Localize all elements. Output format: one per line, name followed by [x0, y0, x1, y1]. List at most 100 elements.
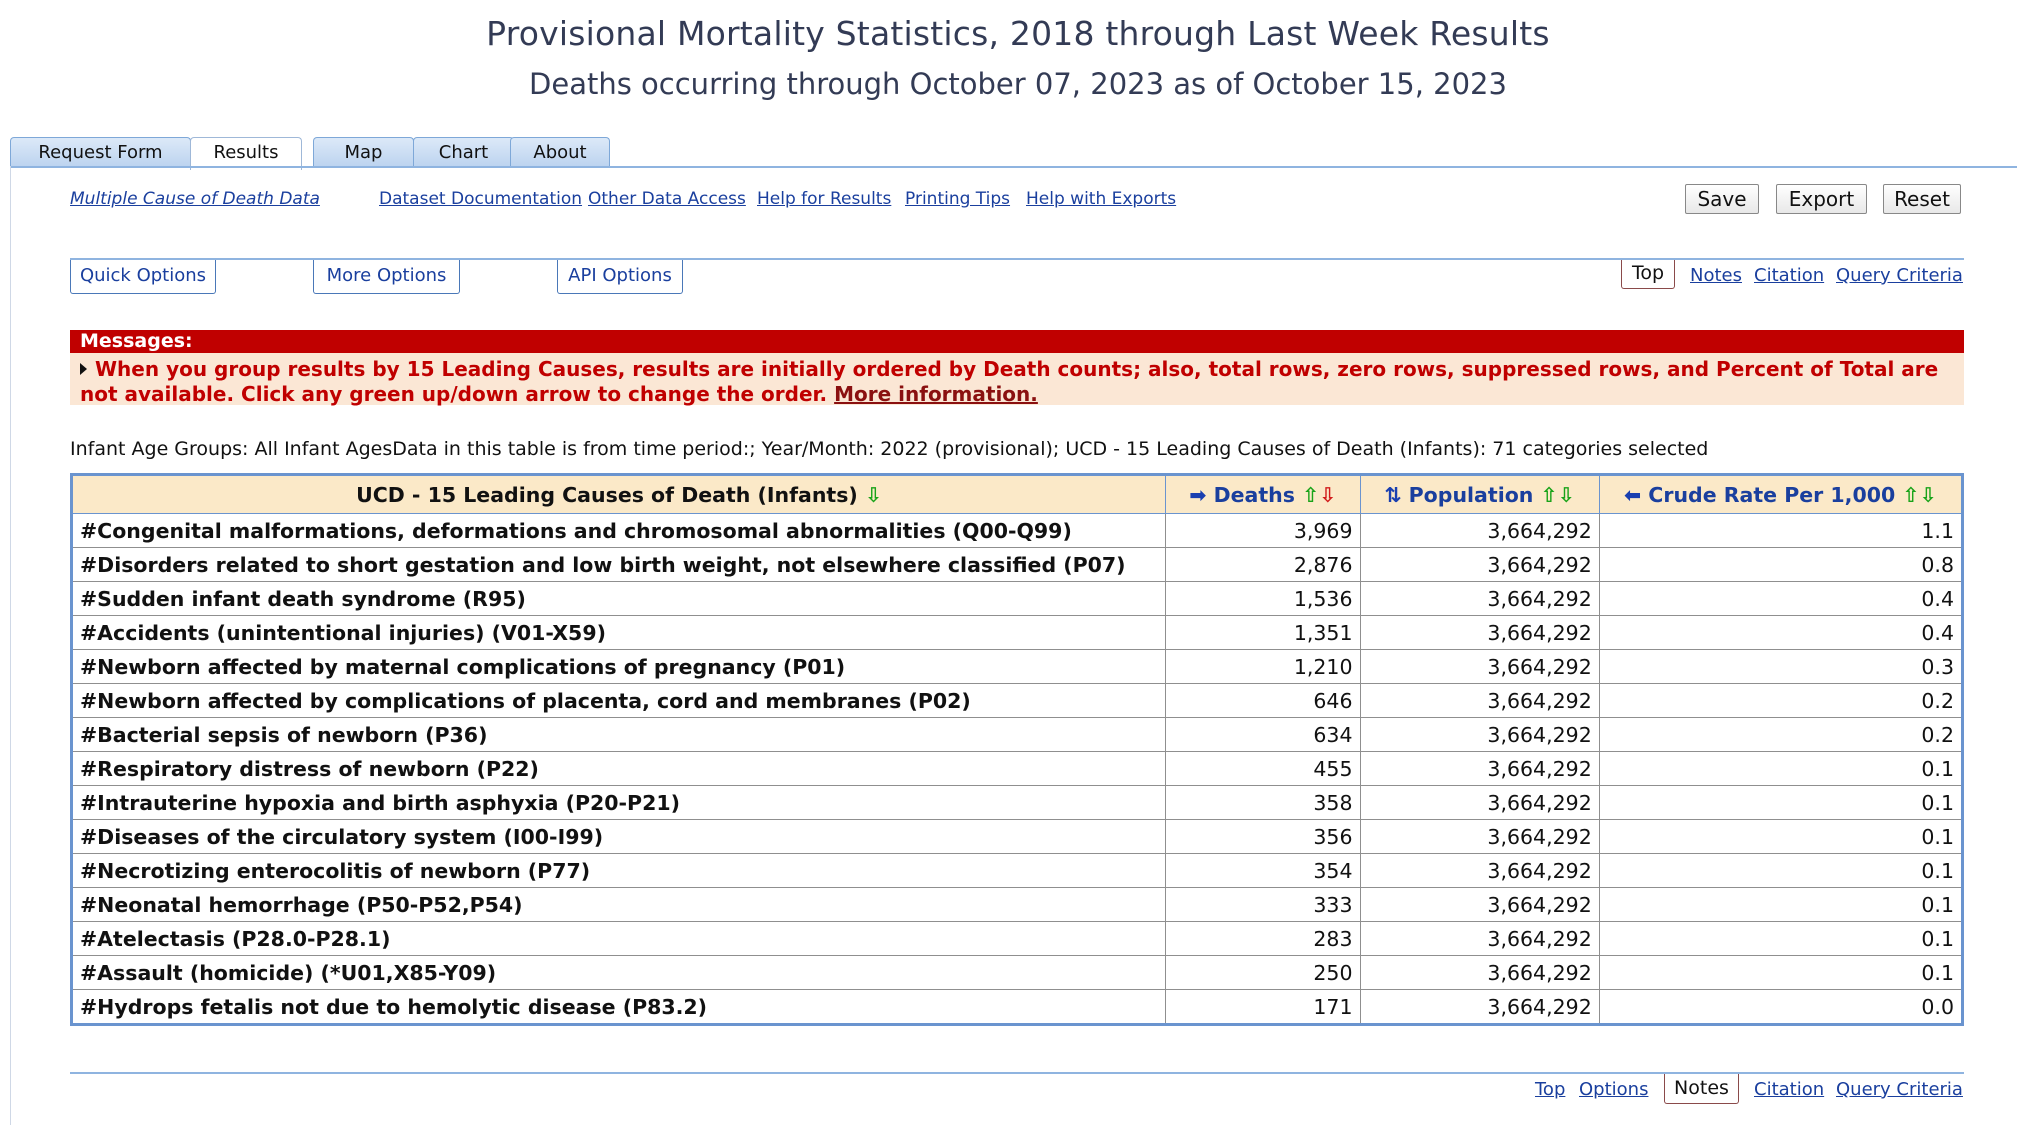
- table-row: #Necrotizing enterocolitis of newborn (P…: [70, 853, 1964, 888]
- move-right-arrow-icon[interactable]: ➡: [1189, 483, 1206, 507]
- table-row: #Newborn affected by maternal complicati…: [70, 649, 1964, 684]
- dataset-documentation-link[interactable]: Dataset Documentation: [379, 189, 582, 209]
- column-header-population[interactable]: ⇅ Population ⇧⇩: [1359, 474, 1600, 514]
- cause-cell: #Hydrops fetalis not due to hemolytic di…: [70, 989, 1167, 1025]
- crude-rate-cell: 0.1: [1598, 819, 1964, 854]
- bottom-notes-current[interactable]: Notes: [1664, 1074, 1739, 1104]
- cause-cell: #Newborn affected by maternal complicati…: [70, 649, 1167, 684]
- column-header-deaths[interactable]: ➡ Deaths ⇧⇩: [1165, 474, 1361, 514]
- deaths-cell: 356: [1165, 819, 1361, 854]
- expand-triangle-icon[interactable]: [80, 363, 87, 375]
- column-header-crude-rate[interactable]: ⬅ Crude Rate Per 1,000 ⇧⇩: [1598, 474, 1964, 514]
- crude-rate-cell: 0.1: [1598, 921, 1964, 956]
- deaths-cell: 634: [1165, 717, 1361, 752]
- table-row: #Hydrops fetalis not due to hemolytic di…: [70, 989, 1964, 1025]
- crude-rate-cell: 0.1: [1598, 853, 1964, 888]
- deaths-cell: 171: [1165, 989, 1361, 1025]
- bottom-top-link[interactable]: Top: [1535, 1079, 1565, 1100]
- reset-button[interactable]: Reset: [1883, 184, 1961, 214]
- crude-rate-cell: 0.3: [1598, 649, 1964, 684]
- table-row: #Diseases of the circulatory system (I00…: [70, 819, 1964, 854]
- crude-rate-cell: 0.4: [1598, 615, 1964, 650]
- population-cell: 3,664,292: [1359, 649, 1600, 684]
- table-row: #Accidents (unintentional injuries) (V01…: [70, 615, 1964, 650]
- cause-cell: #Neonatal hemorrhage (P50-P52,P54): [70, 887, 1167, 922]
- bottom-options-link[interactable]: Options: [1579, 1079, 1648, 1100]
- population-cell: 3,664,292: [1359, 547, 1600, 582]
- deaths-cell: 250: [1165, 955, 1361, 990]
- population-cell: 3,664,292: [1359, 989, 1600, 1025]
- save-button[interactable]: Save: [1685, 184, 1759, 214]
- tab-chart[interactable]: Chart: [413, 137, 514, 167]
- swap-arrows-icon[interactable]: ⇅: [1384, 483, 1401, 507]
- results-table: UCD - 15 Leading Causes of Death (Infant…: [70, 473, 1964, 1026]
- quick-options-tab[interactable]: Quick Options: [70, 260, 216, 294]
- left-border: [10, 166, 11, 1125]
- bottom-citation-link[interactable]: Citation: [1754, 1079, 1824, 1100]
- cause-cell: #Necrotizing enterocolitis of newborn (P…: [70, 853, 1167, 888]
- cause-cell: #Disorders related to short gestation an…: [70, 547, 1167, 582]
- notes-link[interactable]: Notes: [1690, 265, 1742, 286]
- deaths-cell: 1,351: [1165, 615, 1361, 650]
- population-cell: 3,664,292: [1359, 683, 1600, 718]
- sort-down-arrow-icon[interactable]: ⇩: [1558, 483, 1575, 507]
- sort-up-arrow-icon[interactable]: ⇧: [1541, 483, 1558, 507]
- deaths-cell: 1,210: [1165, 649, 1361, 684]
- deaths-cell: 333: [1165, 887, 1361, 922]
- sort-up-arrow-icon[interactable]: ⇧: [1902, 483, 1919, 507]
- crude-rate-cell: 1.1: [1598, 513, 1964, 548]
- help-for-results-link[interactable]: Help for Results: [757, 189, 891, 209]
- more-options-tab[interactable]: More Options: [313, 260, 460, 294]
- sort-down-arrow-icon[interactable]: ⇩: [865, 483, 882, 507]
- cause-cell: #Intrauterine hypoxia and birth asphyxia…: [70, 785, 1167, 820]
- crude-rate-cell: 0.4: [1598, 581, 1964, 616]
- table-row: #Neonatal hemorrhage (P50-P52,P54) 333 3,6…: [70, 887, 1964, 922]
- crude-rate-cell: 0.2: [1598, 683, 1964, 718]
- tab-map[interactable]: Map: [313, 137, 414, 167]
- table-row: #Assault (homicide) (*U01,X85-Y09) 250 3,6…: [70, 955, 1964, 990]
- api-options-tab[interactable]: API Options: [557, 260, 683, 294]
- deaths-cell: 1,536: [1165, 581, 1361, 616]
- population-cell: 3,664,292: [1359, 819, 1600, 854]
- page-subtitle: Deaths occurring through October 07, 202…: [529, 67, 1507, 101]
- cause-cell: #Newborn affected by complications of pl…: [70, 683, 1167, 718]
- sort-down-arrow-icon[interactable]: ⇩: [1920, 483, 1937, 507]
- query-criteria-link[interactable]: Query Criteria: [1836, 265, 1963, 286]
- multiple-cause-link[interactable]: Multiple Cause of Death Data: [70, 189, 320, 209]
- table-row: #Respiratory distress of newborn (P22) 45…: [70, 751, 1964, 786]
- more-information-link[interactable]: More information.: [834, 382, 1038, 406]
- deaths-cell: 3,969: [1165, 513, 1361, 548]
- population-cell: 3,664,292: [1359, 615, 1600, 650]
- column-header-cause[interactable]: UCD - 15 Leading Causes of Death (Infant…: [70, 474, 1167, 514]
- cause-cell: #Assault (homicide) (*U01,X85-Y09): [70, 955, 1167, 990]
- printing-tips-link[interactable]: Printing Tips: [905, 189, 1010, 209]
- deaths-cell: 646: [1165, 683, 1361, 718]
- table-row: #Intrauterine hypoxia and birth asphyxia…: [70, 785, 1964, 820]
- tabs-divider: [10, 166, 2017, 168]
- bottom-query-criteria-link[interactable]: Query Criteria: [1836, 1079, 1963, 1100]
- cause-cell: #Atelectasis (P28.0-P28.1): [70, 921, 1167, 956]
- other-data-access-link[interactable]: Other Data Access: [588, 189, 746, 209]
- population-cell: 3,664,292: [1359, 717, 1600, 752]
- top-nav-current[interactable]: Top: [1621, 260, 1675, 289]
- table-row: #Disorders related to short gestation an…: [70, 547, 1964, 582]
- population-cell: 3,664,292: [1359, 921, 1600, 956]
- messages-heading: Messages:: [70, 330, 1964, 353]
- crude-rate-cell: 0.8: [1598, 547, 1964, 582]
- move-left-arrow-icon[interactable]: ⬅: [1624, 483, 1641, 507]
- table-row: #Bacterial sepsis of newborn (P36) 634 3,6…: [70, 717, 1964, 752]
- cause-cell: #Congenital malformations, deformations …: [70, 513, 1167, 548]
- cause-cell: #Respiratory distress of newborn (P22): [70, 751, 1167, 786]
- tab-about[interactable]: About: [510, 137, 610, 167]
- population-cell: 3,664,292: [1359, 887, 1600, 922]
- export-button[interactable]: Export: [1776, 184, 1867, 214]
- sort-up-arrow-icon[interactable]: ⇧: [1302, 483, 1319, 507]
- sort-down-active-arrow-icon[interactable]: ⇩: [1319, 483, 1336, 507]
- tab-request-form[interactable]: Request Form: [10, 137, 191, 167]
- crude-rate-cell: 0.0: [1598, 989, 1964, 1025]
- help-with-exports-link[interactable]: Help with Exports: [1026, 189, 1176, 209]
- deaths-cell: 455: [1165, 751, 1361, 786]
- crude-rate-cell: 0.2: [1598, 717, 1964, 752]
- population-cell: 3,664,292: [1359, 853, 1600, 888]
- citation-link[interactable]: Citation: [1754, 265, 1824, 286]
